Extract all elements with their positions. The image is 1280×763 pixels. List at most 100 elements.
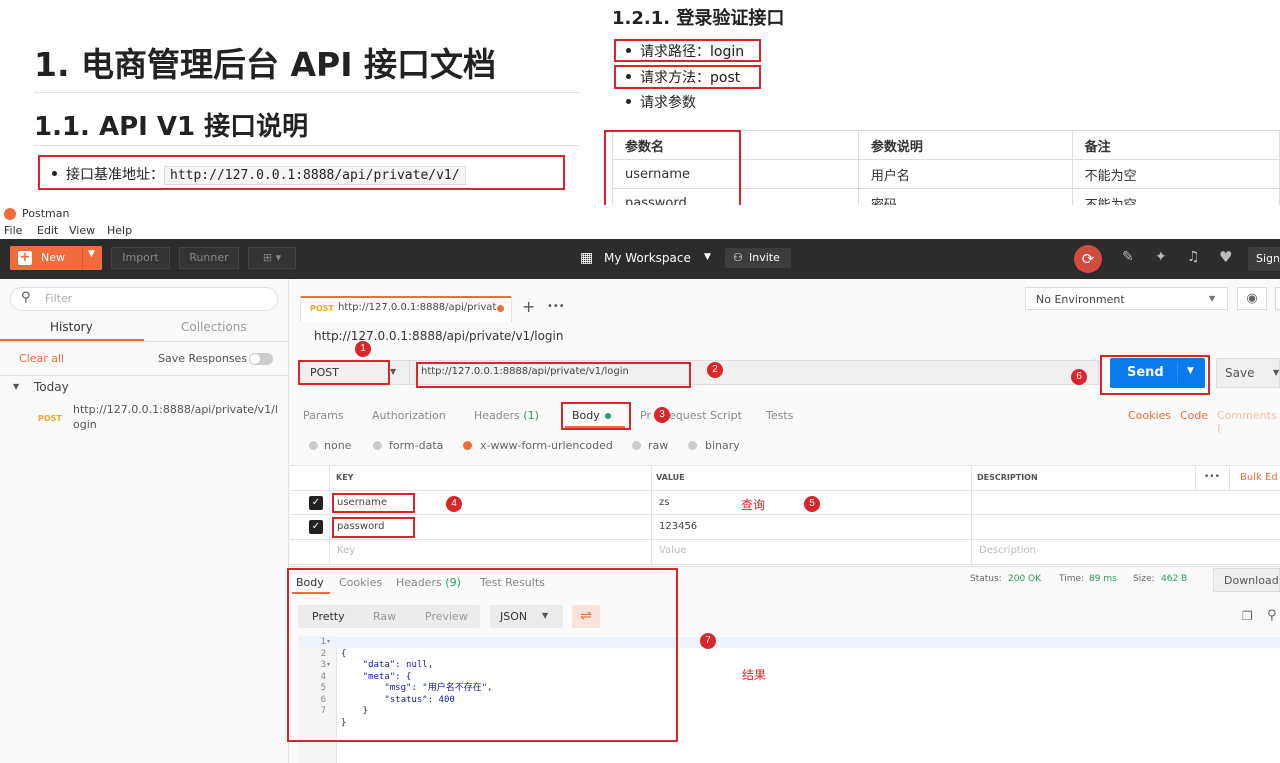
add-tab-button[interactable]: + [522, 297, 535, 316]
tab-headers[interactable]: Headers (1) [474, 409, 539, 422]
body-type-form-data[interactable]: form-data [389, 439, 443, 452]
save-responses-label: Save Responses [158, 352, 248, 365]
highlight-box [332, 517, 415, 538]
invite-button[interactable]: ⚇ Invite [725, 248, 791, 268]
radio-raw[interactable] [632, 441, 641, 450]
highlight-box [287, 568, 678, 742]
divider [971, 465, 972, 565]
highlight-box [614, 39, 761, 62]
sign-in-button[interactable]: Sign [1248, 247, 1280, 271]
size-label: Size: [1133, 574, 1155, 584]
radio-urlencoded[interactable] [463, 441, 472, 450]
code-link[interactable]: Code [1180, 409, 1208, 422]
save-responses-toggle[interactable] [249, 353, 273, 365]
download-button[interactable]: Download [1213, 568, 1280, 592]
tab-more-button[interactable]: ••• [547, 301, 565, 312]
kv-description-placeholder[interactable]: Description [979, 545, 1036, 556]
caret-down-icon[interactable]: ▼ [88, 249, 95, 259]
history-item-url[interactable]: ogin [73, 418, 97, 431]
doc-title: 1. 电商管理后台 API 接口文档 [34, 45, 496, 84]
search-icon: ⚲ [21, 290, 31, 305]
postman-logo-icon [4, 208, 16, 220]
step-marker: 2 [707, 362, 723, 378]
satellite-icon[interactable]: ✎ [1122, 249, 1134, 265]
clear-all-link[interactable]: Clear all [19, 352, 64, 365]
menu-view[interactable]: View [69, 224, 95, 237]
bulk-edit-link[interactable]: Bulk Ed [1240, 472, 1278, 483]
heart-icon[interactable]: ♥ [1219, 248, 1232, 266]
radio-binary[interactable] [688, 441, 697, 450]
tab-params[interactable]: Params [303, 409, 344, 422]
workspace-label[interactable]: My Workspace [604, 251, 691, 265]
environment-select[interactable]: No Environment ▼ [1025, 287, 1228, 310]
search-icon[interactable]: ⚲ [1267, 608, 1277, 623]
step-marker: 4 [446, 496, 462, 512]
import-button[interactable]: Import [111, 247, 170, 269]
invite-label: Invite [749, 251, 780, 264]
runner-button[interactable]: Runner [179, 247, 239, 269]
divider [651, 465, 652, 565]
filter-input[interactable]: ⚲ Filter [10, 287, 278, 311]
tab-history[interactable]: History [50, 320, 93, 334]
wrench-icon[interactable]: ✦ [1155, 249, 1167, 265]
params-label: 请求参数 [640, 95, 696, 111]
kv-header-description: DESCRIPTION [977, 473, 1038, 482]
kv-value[interactable]: 123456 [659, 521, 697, 532]
divider [1229, 465, 1230, 490]
copy-icon[interactable]: ❐ [1242, 609, 1253, 623]
request-tab-url: http://127.0.0.1:8888/api/privat [338, 302, 497, 313]
query-annotation: 查询 [741, 498, 766, 512]
tab-collections[interactable]: Collections [181, 320, 247, 334]
table-header-cell: 备注 [1071, 130, 1280, 160]
divider [290, 490, 1280, 491]
menu-file[interactable]: File [4, 224, 22, 237]
comments-link[interactable]: Comments ( [1217, 409, 1280, 435]
highlight-box [332, 493, 415, 513]
row-checkbox[interactable]: ✓ [309, 520, 323, 534]
kv-value-placeholder[interactable]: Value [659, 545, 686, 556]
menu-help[interactable]: Help [107, 224, 132, 237]
history-item-url[interactable]: http://127.0.0.1:8888/api/private/v1/l [73, 403, 278, 416]
new-window-button[interactable]: ⊞ ▾ [248, 247, 296, 269]
body-type-urlencoded[interactable]: x-www-form-urlencoded [480, 439, 613, 452]
today-group[interactable]: Today [34, 380, 69, 394]
radio-form-data[interactable] [373, 441, 382, 450]
eye-icon[interactable]: ◉ [1237, 287, 1267, 310]
divider [34, 92, 580, 93]
body-type-binary[interactable]: binary [705, 439, 740, 452]
radio-none[interactable] [309, 441, 318, 450]
download-label: Download [1224, 574, 1279, 587]
tab-prerequest-left: Pr [640, 409, 651, 422]
caret-down-icon[interactable]: ▼ [704, 252, 711, 262]
tab-headers-label: Headers [474, 409, 520, 422]
sync-icon[interactable]: ⟳ [1074, 245, 1102, 273]
plus-icon: + [18, 250, 32, 265]
step-marker: 5 [804, 496, 820, 512]
request-tab[interactable]: POST http://127.0.0.1:8888/api/privat [300, 296, 512, 322]
kv-key-placeholder[interactable]: Key [337, 545, 355, 556]
row-checkbox[interactable]: ✓ [309, 496, 323, 510]
menu-edit[interactable]: Edit [37, 224, 58, 237]
tab-tests[interactable]: Tests [766, 409, 793, 422]
kv-table [290, 465, 1280, 565]
tab-authorization[interactable]: Authorization [372, 409, 446, 422]
bell-icon[interactable]: ♫ [1187, 249, 1200, 265]
step-marker: 1 [355, 341, 371, 357]
settings-button[interactable] [1275, 287, 1280, 310]
divider [1195, 465, 1196, 490]
save-button[interactable]: Save ▼ [1216, 358, 1280, 388]
body-type-none[interactable]: none [324, 439, 351, 452]
kv-header-value: VALUE [656, 473, 685, 482]
kv-more-button[interactable]: ••• [1204, 472, 1220, 482]
highlight-box [38, 155, 565, 190]
kv-value[interactable]: zs [659, 497, 669, 508]
cookies-link[interactable]: Cookies [1128, 409, 1171, 422]
body-type-raw[interactable]: raw [648, 439, 668, 452]
new-button[interactable]: + New ▼ [10, 246, 102, 270]
headers-count: (1) [523, 409, 539, 422]
size-value: 462 B [1161, 574, 1188, 584]
highlight-box [298, 360, 390, 385]
caret-down-icon: ▼ [1209, 294, 1216, 303]
caret-down-icon: ▼ [390, 367, 397, 376]
caret-down-icon[interactable]: ▼ [13, 382, 19, 391]
